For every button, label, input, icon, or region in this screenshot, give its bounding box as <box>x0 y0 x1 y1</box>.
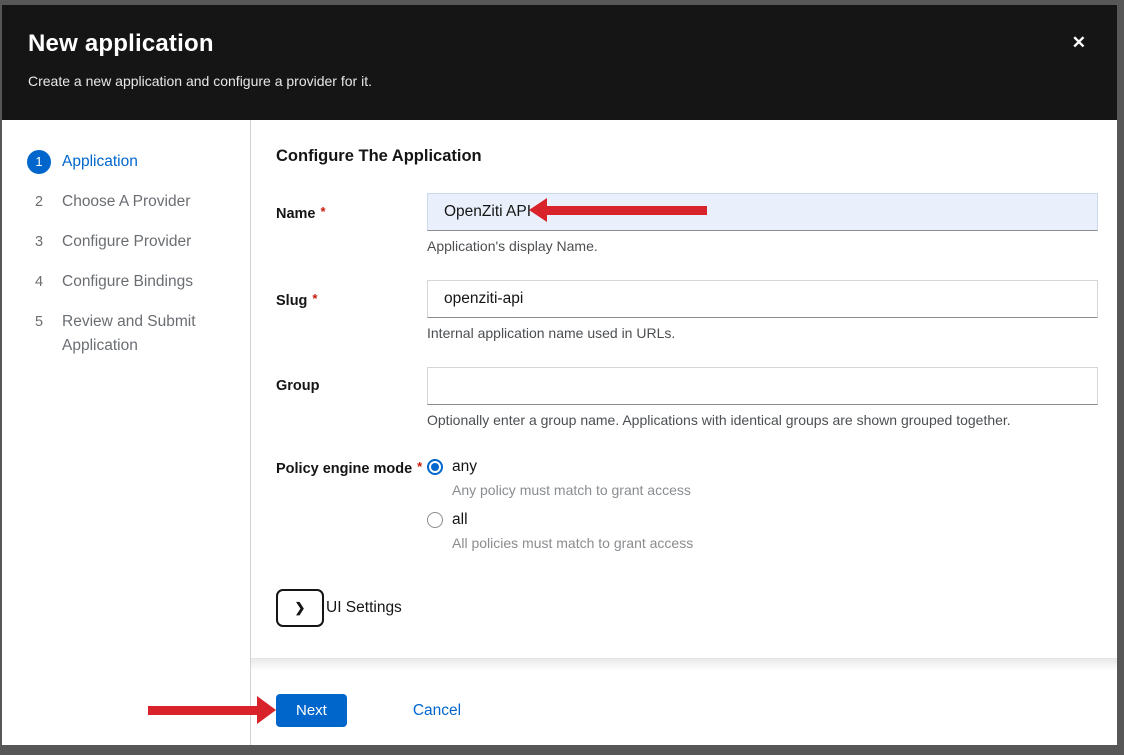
name-label: Name * <box>276 193 427 254</box>
annotation-arrow-name-head <box>529 198 547 222</box>
slug-field-group: Internal application name used in URLs. <box>427 280 1098 341</box>
step-number: 4 <box>27 270 51 294</box>
slug-label: Slug * <box>276 280 427 341</box>
new-application-modal: New application Create a new application… <box>2 5 1117 745</box>
chevron-right-icon: ❯ <box>295 600 306 616</box>
modal-title: New application <box>28 29 1091 59</box>
step-label: Application <box>62 150 138 174</box>
group-helper-text: Optionally enter a group name. Applicati… <box>427 412 1098 428</box>
annotation-arrow-next <box>148 706 258 715</box>
annotation-arrow-next-head <box>257 696 276 724</box>
group-label-text: Group <box>276 378 320 394</box>
radio-any-icon[interactable] <box>427 459 443 475</box>
radio-all-label: all <box>452 511 468 528</box>
group-label: Group <box>276 367 427 428</box>
name-form-row: Name * Application's display Name. <box>276 193 1098 254</box>
modal-subtitle: Create a new application and configure a… <box>28 73 1091 90</box>
cancel-link[interactable]: Cancel <box>413 694 461 727</box>
slug-form-row: Slug * Internal application name used in … <box>276 280 1098 341</box>
wizard-step-configure-bindings[interactable]: 4 Configure Bindings <box>2 262 250 302</box>
step-number: 5 <box>27 310 51 334</box>
footer-shadow-divider <box>251 658 1117 670</box>
wizard-step-application[interactable]: 1 Application <box>2 142 250 182</box>
name-field-group: Application's display Name. <box>427 193 1098 254</box>
required-asterisk: * <box>312 291 317 306</box>
modal-header: New application Create a new application… <box>2 5 1117 120</box>
group-input[interactable] <box>427 367 1098 405</box>
group-field-group: Optionally enter a group name. Applicati… <box>427 367 1098 428</box>
wizard-footer: Next Cancel <box>251 670 1117 745</box>
wizard-nav: 1 Application 2 Choose A Provider 3 Conf… <box>2 120 251 745</box>
step-number: 2 <box>27 190 51 214</box>
step-label: Configure Provider <box>62 230 191 254</box>
required-asterisk: * <box>417 459 422 474</box>
radio-any-helper-text: Any policy must match to grant access <box>452 482 1098 498</box>
radio-option-all[interactable]: all <box>427 511 1098 528</box>
policy-engine-mode-label: Policy engine mode * <box>276 458 427 551</box>
group-form-row: Group Optionally enter a group name. App… <box>276 367 1098 428</box>
close-icon[interactable]: ✕ <box>1070 32 1088 54</box>
wizard-step-configure-provider[interactable]: 3 Configure Provider <box>2 222 250 262</box>
policy-engine-mode-row: Policy engine mode * any Any policy must … <box>276 458 1098 551</box>
next-button[interactable]: Next <box>276 694 347 727</box>
step-label: Choose A Provider <box>62 190 190 214</box>
policy-label-text: Policy engine mode <box>276 461 412 477</box>
name-helper-text: Application's display Name. <box>427 238 1098 254</box>
slug-label-text: Slug <box>276 293 307 309</box>
radio-option-any[interactable]: any <box>427 458 1098 475</box>
slug-helper-text: Internal application name used in URLs. <box>427 325 1098 341</box>
page-title: Configure The Application <box>276 147 1098 166</box>
wizard-step-choose-provider[interactable]: 2 Choose A Provider <box>2 182 250 222</box>
form-content: Configure The Application Name * Applicat… <box>251 120 1117 658</box>
step-number: 3 <box>27 230 51 254</box>
step-number: 1 <box>27 150 51 174</box>
radio-all-helper-text: All policies must match to grant access <box>452 535 1098 551</box>
required-asterisk: * <box>321 204 326 219</box>
name-input[interactable] <box>427 193 1098 231</box>
radio-all-icon[interactable] <box>427 512 443 528</box>
name-label-text: Name <box>276 206 316 222</box>
expand-button[interactable]: ❯ <box>276 589 324 627</box>
step-label: Review and Submit Application <box>62 310 234 358</box>
wizard-step-review-submit[interactable]: 5 Review and Submit Application <box>2 302 250 366</box>
ui-settings-label: UI Settings <box>326 599 402 617</box>
slug-input[interactable] <box>427 280 1098 318</box>
ui-settings-toggle[interactable]: ❯ UI Settings <box>276 589 1098 627</box>
step-label: Configure Bindings <box>62 270 193 294</box>
annotation-arrow-name <box>546 206 707 215</box>
policy-engine-mode-options: any Any policy must match to grant acces… <box>427 458 1098 551</box>
radio-any-label: any <box>452 458 477 475</box>
